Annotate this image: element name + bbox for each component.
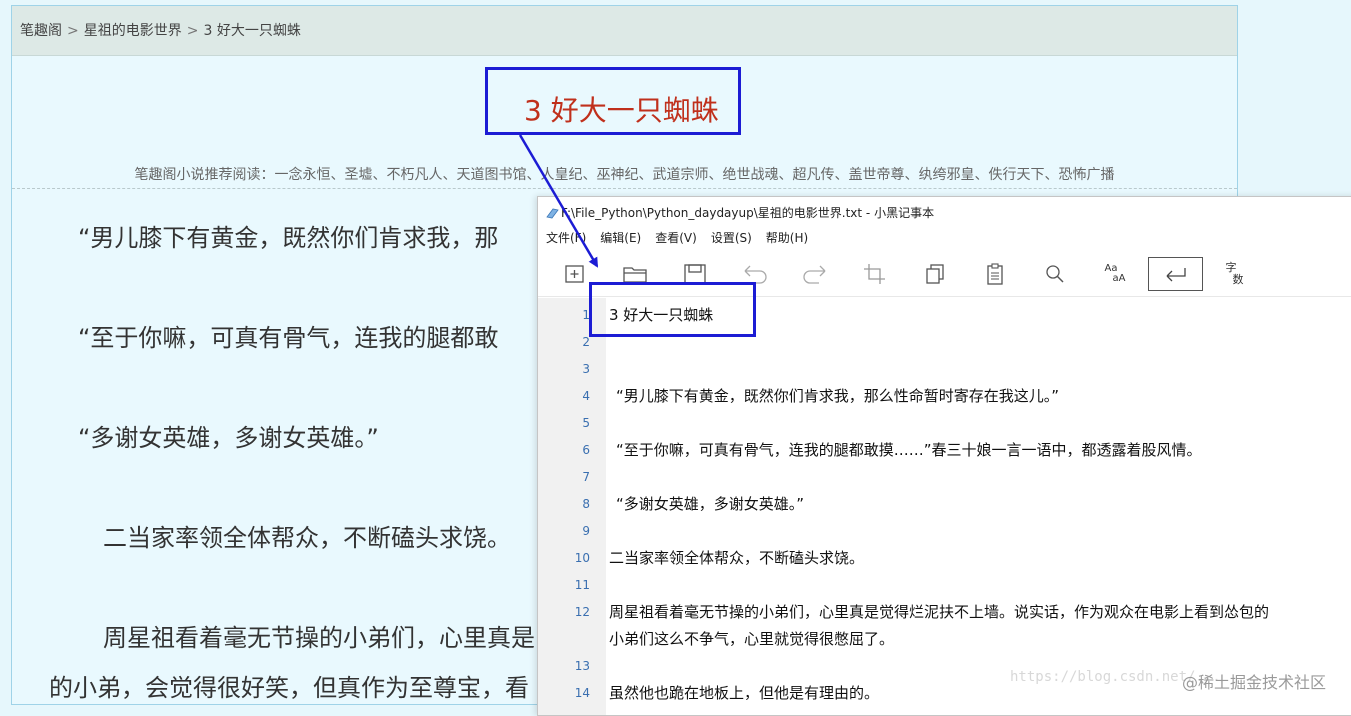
word-count-icon-lower: 数 xyxy=(1232,273,1244,286)
menu-file[interactable]: 文件(F) xyxy=(546,231,586,245)
content-paragraph: 的小弟，会觉得很好笑，但真作为至尊宝，看 xyxy=(49,674,529,702)
font-case-button[interactable]: Aa aA xyxy=(1097,257,1133,291)
breadcrumb-separator: > xyxy=(67,23,79,39)
paste-icon xyxy=(987,263,1003,285)
paste-button[interactable] xyxy=(977,257,1013,291)
divider xyxy=(12,188,1237,189)
content-paragraph: 二当家率领全体帮众，不断磕头求饶。 xyxy=(103,524,511,552)
menu-help[interactable]: 帮助(H) xyxy=(766,231,808,245)
editor-line: “男儿膝下有黄金，既然你们肯求我，那么性命暂时寄存在我这儿。” xyxy=(616,387,1060,405)
word-wrap-toggle[interactable] xyxy=(1148,257,1203,291)
crop-icon xyxy=(864,264,885,284)
line-number: 6 xyxy=(582,443,590,457)
content-paragraph: 周星祖看着毫无节操的小弟们，心里真是 xyxy=(103,624,535,652)
editor-line: 小弟们这么不争气，心里就觉得很憋屈了。 xyxy=(609,630,895,648)
line-number: 2 xyxy=(582,335,590,349)
annotation-title-box: 3 好大一只蜘蛛 xyxy=(485,67,741,135)
annotation-line-box xyxy=(589,282,756,337)
editor-line: 二当家率领全体帮众，不断磕头求饶。 xyxy=(609,549,865,567)
line-number: 8 xyxy=(582,497,590,511)
redo-button[interactable] xyxy=(797,257,833,291)
notepad-window: F:\File_Python\Python_daydayup\星祖的电影世界.t… xyxy=(537,196,1351,716)
search-button[interactable] xyxy=(1037,257,1073,291)
content-paragraph: “至于你嘛，可真有骨气，连我的腿都敢 xyxy=(78,324,499,352)
line-number-gutter: 1 2 3 4 5 6 7 8 9 10 11 12 13 14 xyxy=(538,298,606,715)
crop-button[interactable] xyxy=(857,257,893,291)
word-count-button[interactable]: 字 数 xyxy=(1217,257,1253,291)
annotation-title-text: 3 好大一只蜘蛛 xyxy=(524,94,719,127)
editor-line: “多谢女英雄，多谢女英雄。” xyxy=(616,495,805,513)
breadcrumb: 笔趣阁 > 星祖的电影世界 >3 好大一只蜘蛛 xyxy=(12,6,1237,56)
line-number: 9 xyxy=(582,524,590,538)
breadcrumb-home-link[interactable]: 笔趣阁 xyxy=(20,23,62,39)
search-icon xyxy=(1046,265,1064,283)
line-number: 14 xyxy=(574,686,590,700)
window-title-text: F:\File_Python\Python_daydayup\星祖的电影世界.t… xyxy=(561,206,935,220)
menu-settings[interactable]: 设置(S) xyxy=(711,231,752,245)
font-case-icon-lower: aA xyxy=(1112,273,1126,284)
line-number: 1 xyxy=(582,308,590,322)
content-paragraph: “男儿膝下有黄金，既然你们肯求我，那 xyxy=(78,224,499,252)
breadcrumb-book-link[interactable]: 星祖的电影世界 xyxy=(84,23,182,39)
line-number: 3 xyxy=(582,362,590,376)
menu-bar: 文件(F) 编辑(E) 查看(V) 设置(S) 帮助(H) xyxy=(546,229,822,246)
line-number: 5 xyxy=(582,416,590,430)
line-number: 13 xyxy=(574,659,590,673)
line-number: 4 xyxy=(582,389,590,403)
new-file-button[interactable] xyxy=(557,257,593,291)
window-title: F:\File_Python\Python_daydayup\星祖的电影世界.t… xyxy=(546,204,934,221)
breadcrumb-separator: > xyxy=(186,23,199,39)
breadcrumb-chapter: 3 好大一只蜘蛛 xyxy=(203,23,301,39)
line-number: 11 xyxy=(574,578,590,592)
editor-line: 虽然他也跪在地板上，但他是有理由的。 xyxy=(609,684,880,702)
redo-icon xyxy=(803,265,826,284)
new-file-icon xyxy=(565,265,584,283)
juejin-watermark: @稀土掘金技术社区 xyxy=(1182,673,1327,692)
menu-edit[interactable]: 编辑(E) xyxy=(600,231,641,245)
line-number: 10 xyxy=(574,551,590,565)
recommend-links[interactable]: 笔趣阁小说推荐阅读：一念永恒、圣墟、不朽凡人、天道图书馆、人皇纪、巫神纪、武道宗… xyxy=(12,164,1237,184)
menu-view[interactable]: 查看(V) xyxy=(655,231,697,245)
content-paragraph: “多谢女英雄，多谢女英雄。” xyxy=(78,424,379,452)
word-wrap-icon xyxy=(1166,268,1186,282)
editor-line: 周星祖看着毫无节操的小弟们，心里真是觉得烂泥扶不上墙。说实话，作为观众在电影上看… xyxy=(609,603,1270,621)
copy-icon xyxy=(926,264,944,284)
editor-line: “至于你嘛，可真有骨气，连我的腿都敢摸……”春三十娘一言一语中，都透露着股风情。 xyxy=(616,441,1202,459)
notepad-app-icon xyxy=(546,207,559,219)
line-number: 7 xyxy=(582,470,590,484)
line-number: 12 xyxy=(574,605,590,619)
copy-button[interactable] xyxy=(917,257,953,291)
